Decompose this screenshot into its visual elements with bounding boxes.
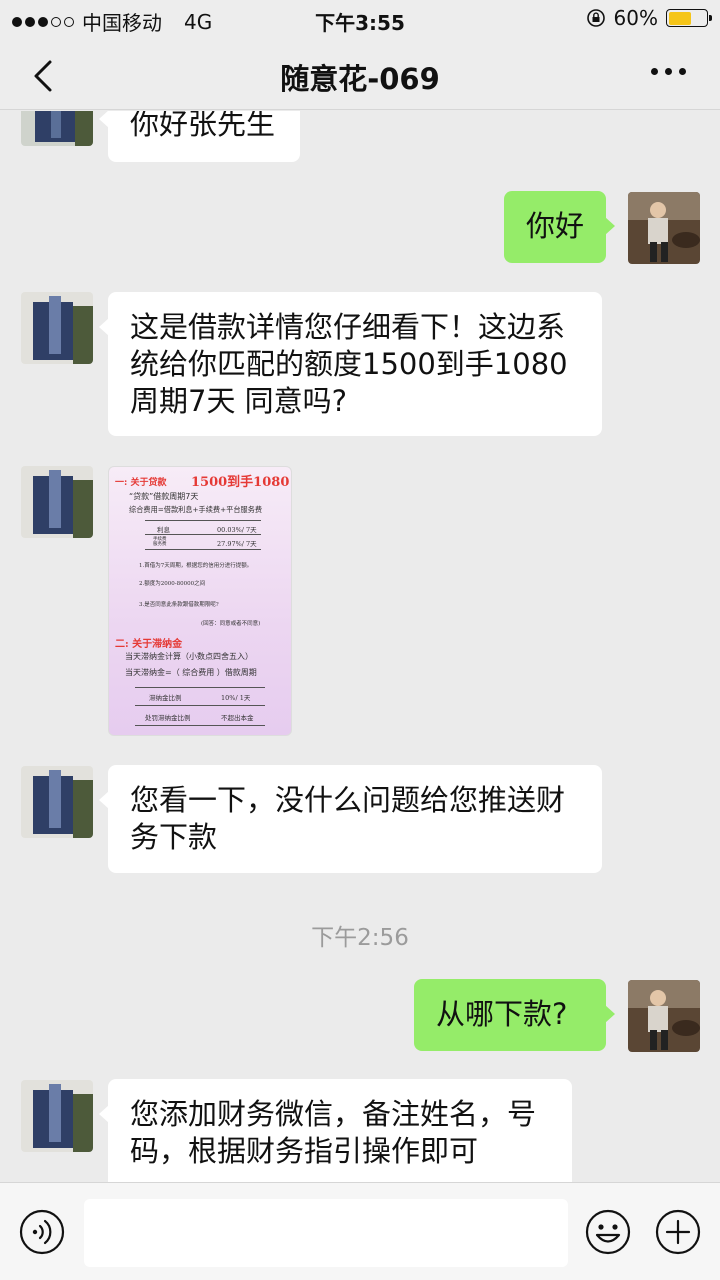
message-text: 统给你匹配的额度1500到手1080 — [130, 347, 568, 381]
loan-table1-value-1: 00.03%/ 7天 — [217, 526, 257, 534]
plus-icon[interactable] — [654, 1208, 702, 1256]
loan-note-3: 3.是否同意此条款跟借款期限呢? — [139, 602, 219, 608]
loan-note-1: 1.首借为7天周期，根据您的信用分进行提额。 — [139, 563, 253, 569]
avatar[interactable] — [21, 766, 93, 838]
message-text: 你好张先生 — [130, 111, 276, 141]
avatar[interactable] — [21, 292, 93, 364]
chat-title: 随意花-069 — [280, 62, 440, 96]
message-bubble[interactable]: 您添加财务微信，备注姓名，号 码，根据财务指引操作即可 — [99, 1079, 572, 1182]
avatar-self[interactable] — [628, 192, 700, 264]
message-text: 这是借款详情您仔细看下！这边系 — [130, 310, 566, 344]
loan-table2-value-1: 10%/ 1天 — [221, 694, 251, 702]
avatar[interactable] — [21, 1080, 93, 1152]
loan-line-1: “贷款”借款周期7天 — [129, 492, 199, 501]
loan-details-image[interactable]: 一: 关于贷款 1500到手1080 “贷款”借款周期7天 综合费用=借款利息+… — [108, 466, 292, 736]
loan-table2-label-2: 处罚滞纳金比例 — [145, 714, 191, 722]
message-bubble[interactable]: 你好张先生 — [99, 111, 300, 162]
message-text: 周期7天 同意吗? — [130, 384, 348, 418]
emoji-icon[interactable] — [584, 1208, 632, 1256]
status-bar: 中国移动 4G 下午3:55 60% — [0, 0, 720, 38]
loan-line-2: 综合费用=借款利息+手续费+平台服务费 — [129, 505, 263, 514]
loan-heading-1: 一: 关于贷款 — [115, 478, 167, 488]
message-text: 您添加财务微信，备注姓名，号 — [130, 1097, 537, 1131]
battery-percent: 60% — [613, 6, 658, 30]
loan-reply: (回答：同意或者不同意) — [201, 621, 261, 627]
loan-line-4: 当天滞纳金=（ 综合费用 ）借款周期 — [125, 668, 257, 677]
status-right: 60% — [586, 6, 712, 30]
loan-table1-value-2: 27.97%/ 7天 — [217, 540, 257, 548]
loan-line-3: 当天滞纳金计算（小数点四舍五入） — [125, 652, 253, 661]
battery-icon — [666, 9, 712, 27]
message-text: 码，根据财务指引操作即可 — [130, 1134, 479, 1168]
timestamp: 下午2:56 — [311, 925, 409, 951]
message-bubble[interactable]: 这是借款详情您仔细看下！这边系 统给你匹配的额度1500到手1080 周期7天 … — [99, 292, 602, 436]
message-text: 您看一下，没什么问题给您推送财 — [130, 783, 566, 817]
message-bubble[interactable]: 你好 — [504, 191, 615, 263]
avatar[interactable] — [21, 111, 93, 146]
loan-table1-label-2: 手续费 服务费 — [153, 537, 167, 547]
loan-headline: 1500到手1080 — [191, 475, 290, 490]
message-bubble[interactable]: 您看一下，没什么问题给您推送财 务下款 — [99, 765, 602, 873]
chat-area[interactable]: 你好张先生 你好 这是借款详情您仔细看下！这边系 统给你匹配的额度1500到手1… — [0, 111, 720, 1182]
message-input[interactable] — [84, 1199, 568, 1267]
loan-table2-value-2: 不超出本金 — [221, 714, 254, 722]
input-bar — [0, 1182, 720, 1280]
message-text: 你好 — [526, 209, 585, 243]
more-dots-icon[interactable] — [651, 68, 686, 75]
voice-icon[interactable] — [18, 1208, 66, 1256]
chat-header: 随意花-069 — [0, 38, 720, 110]
avatar[interactable] — [21, 466, 93, 538]
loan-table1-label-1: 利息 — [157, 526, 170, 534]
message-bubble[interactable]: 从哪下款? — [414, 979, 615, 1051]
message-text: 从哪下款? — [436, 997, 568, 1031]
avatar-self[interactable] — [628, 980, 700, 1052]
rotation-lock-icon — [586, 9, 605, 27]
loan-table2-label-1: 滞纳金比例 — [149, 694, 182, 702]
loan-note-2: 2.额度为2000-80000之间 — [139, 581, 206, 587]
loan-heading-2: 二: 关于滞纳金 — [115, 639, 183, 650]
message-text: 务下款 — [130, 820, 218, 854]
